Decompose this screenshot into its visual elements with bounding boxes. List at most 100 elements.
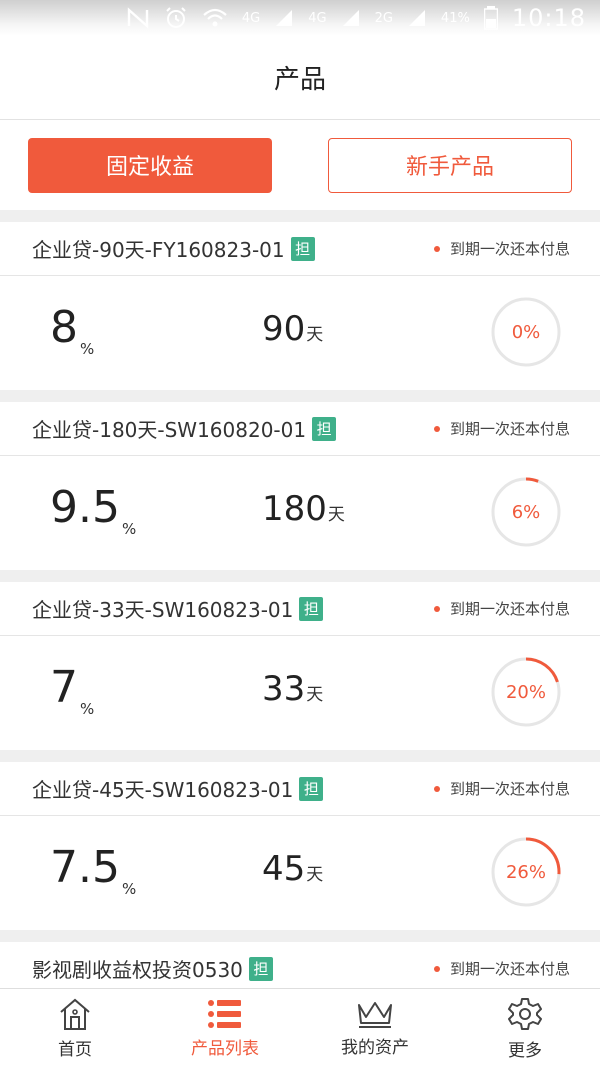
rate-unit: % [80, 340, 95, 358]
term-unit: 天 [327, 505, 345, 525]
term-value: 45 [262, 849, 306, 889]
product-card-body: 7 % 33 天 20% [0, 636, 600, 749]
network-4g-label: 4G [241, 10, 261, 26]
product-name: 企业贷-180天-SW160820-01 [32, 418, 307, 442]
repay-method: 到期一次还本付息 [433, 958, 570, 979]
battery-icon [483, 6, 498, 30]
nav-bar: 产品 [0, 36, 600, 120]
segment-bar: 固定收益 新手产品 [0, 120, 600, 210]
repay-method-label: 到期一次还本付息 [449, 240, 570, 258]
guarantee-badge: 担 [299, 596, 324, 621]
alarm-icon [166, 7, 186, 28]
tab-more[interactable]: 更多 [450, 989, 600, 1067]
guarantee-badge: 担 [299, 776, 324, 801]
repay-method-label: 到期一次还本付息 [449, 780, 570, 798]
bullet-dot-icon [433, 785, 440, 792]
tab-home-label: 首页 [58, 1039, 92, 1060]
network-4g-label-2: 4G [308, 10, 327, 26]
annual-rate: 8 % [50, 302, 94, 359]
tab-my-assets-label: 我的资产 [341, 1037, 409, 1058]
loan-term: 45 天 [262, 852, 382, 886]
progress-ring: 26% [490, 836, 562, 908]
home-icon [60, 998, 90, 1030]
rate-unit: % [121, 880, 137, 898]
product-card[interactable]: 企业贷-33天-SW160823-01 担 到期一次还本付息 7 % 33 天 … [0, 582, 600, 750]
product-name: 企业贷-33天-SW160823-01 [32, 598, 294, 622]
progress-label: 20% [505, 681, 546, 703]
repay-method-label: 到期一次还本付息 [449, 600, 570, 618]
4g-signal-icon [276, 10, 293, 26]
tab-product-list-label: 产品列表 [191, 1038, 259, 1059]
bullet-dot-icon [433, 605, 440, 612]
status-bar: 4G 4G 2G 41% 10:18 [0, 0, 600, 36]
rate-value: 7.5 [50, 842, 120, 893]
guarantee-badge: 担 [312, 416, 337, 441]
tab-more-label: 更多 [508, 1040, 542, 1061]
clock: 10:18 [511, 4, 586, 32]
repay-method: 到期一次还本付息 [433, 598, 570, 619]
product-card-body: 9.5 % 180 天 6% [0, 456, 600, 569]
annual-rate: 9.5 % [50, 482, 136, 539]
progress-label: 0% [511, 321, 541, 343]
term-value: 33 [262, 669, 306, 709]
segment-newbie-button[interactable]: 新手产品 [328, 137, 572, 193]
progress-ring: 0% [490, 296, 562, 368]
term-unit: 天 [306, 325, 324, 345]
rate-value: 9.5 [50, 482, 120, 533]
product-list: 企业贷-90天-FY160823-01 担 到期一次还本付息 8 % 90 天 … [0, 222, 600, 1002]
annual-rate: 7.5 % [50, 842, 136, 899]
guarantee-badge: 担 [248, 956, 273, 981]
term-unit: 天 [306, 865, 324, 885]
product-card-header: 企业贷-180天-SW160820-01 担 到期一次还本付息 [0, 402, 600, 456]
bottom-tab-bar: 首页 产品列表 我的资产 更多 [0, 988, 600, 1067]
product-card-header: 企业贷-33天-SW160823-01 担 到期一次还本付息 [0, 582, 600, 636]
rate-unit: % [80, 700, 95, 718]
repay-method: 到期一次还本付息 [433, 238, 570, 259]
progress-ring: 6% [490, 476, 562, 548]
battery-percent: 41% [440, 10, 470, 26]
term-unit: 天 [306, 685, 324, 705]
product-card[interactable]: 企业贷-45天-SW160823-01 担 到期一次还本付息 7.5 % 45 … [0, 762, 600, 930]
product-name: 企业贷-90天-FY160823-01 [32, 238, 285, 262]
progress-label: 26% [505, 861, 546, 883]
progress-label: 6% [511, 501, 541, 523]
crown-icon [358, 1001, 392, 1028]
loan-term: 90 天 [262, 312, 382, 346]
product-card[interactable]: 企业贷-180天-SW160820-01 担 到期一次还本付息 9.5 % 18… [0, 402, 600, 570]
product-card[interactable]: 企业贷-90天-FY160823-01 担 到期一次还本付息 8 % 90 天 … [0, 222, 600, 390]
tab-product-list[interactable]: 产品列表 [150, 989, 300, 1067]
rate-unit: % [121, 520, 137, 538]
repay-method: 到期一次还本付息 [433, 778, 570, 799]
rate-value: 7 [50, 662, 78, 713]
term-value: 90 [262, 309, 306, 349]
list-icon [208, 999, 241, 1028]
page-title: 产品 [273, 65, 326, 95]
2g-signal-icon [408, 10, 425, 26]
product-card-body: 7.5 % 45 天 26% [0, 816, 600, 929]
product-card-header: 企业贷-45天-SW160823-01 担 到期一次还本付息 [0, 762, 600, 816]
4g-signal-icon [342, 10, 359, 26]
product-name: 企业贷-45天-SW160823-01 [32, 778, 294, 802]
status-icons: 4G 4G 2G 41% [126, 6, 498, 30]
guarantee-badge: 担 [290, 236, 315, 261]
loan-term: 180 天 [262, 492, 382, 526]
tab-my-assets[interactable]: 我的资产 [300, 989, 450, 1067]
gear-icon [508, 997, 542, 1030]
wifi-icon [203, 8, 227, 27]
bullet-dot-icon [433, 965, 440, 972]
product-card-body: 8 % 90 天 0% [0, 276, 600, 389]
rate-value: 8 [50, 302, 78, 353]
bullet-dot-icon [433, 245, 440, 252]
mute-icon [127, 7, 149, 29]
annual-rate: 7 % [50, 662, 94, 719]
progress-ring: 20% [490, 656, 562, 728]
segment-fixed-income-button[interactable]: 固定收益 [28, 137, 272, 193]
tab-home[interactable]: 首页 [0, 989, 150, 1067]
bullet-dot-icon [433, 425, 440, 432]
repay-method-label: 到期一次还本付息 [449, 960, 570, 978]
product-card-header: 企业贷-90天-FY160823-01 担 到期一次还本付息 [0, 222, 600, 276]
product-name: 影视剧收益权投资0530 [32, 958, 243, 982]
term-value: 180 [262, 489, 327, 529]
loan-term: 33 天 [262, 672, 382, 706]
network-2g-label: 2G [374, 10, 393, 26]
